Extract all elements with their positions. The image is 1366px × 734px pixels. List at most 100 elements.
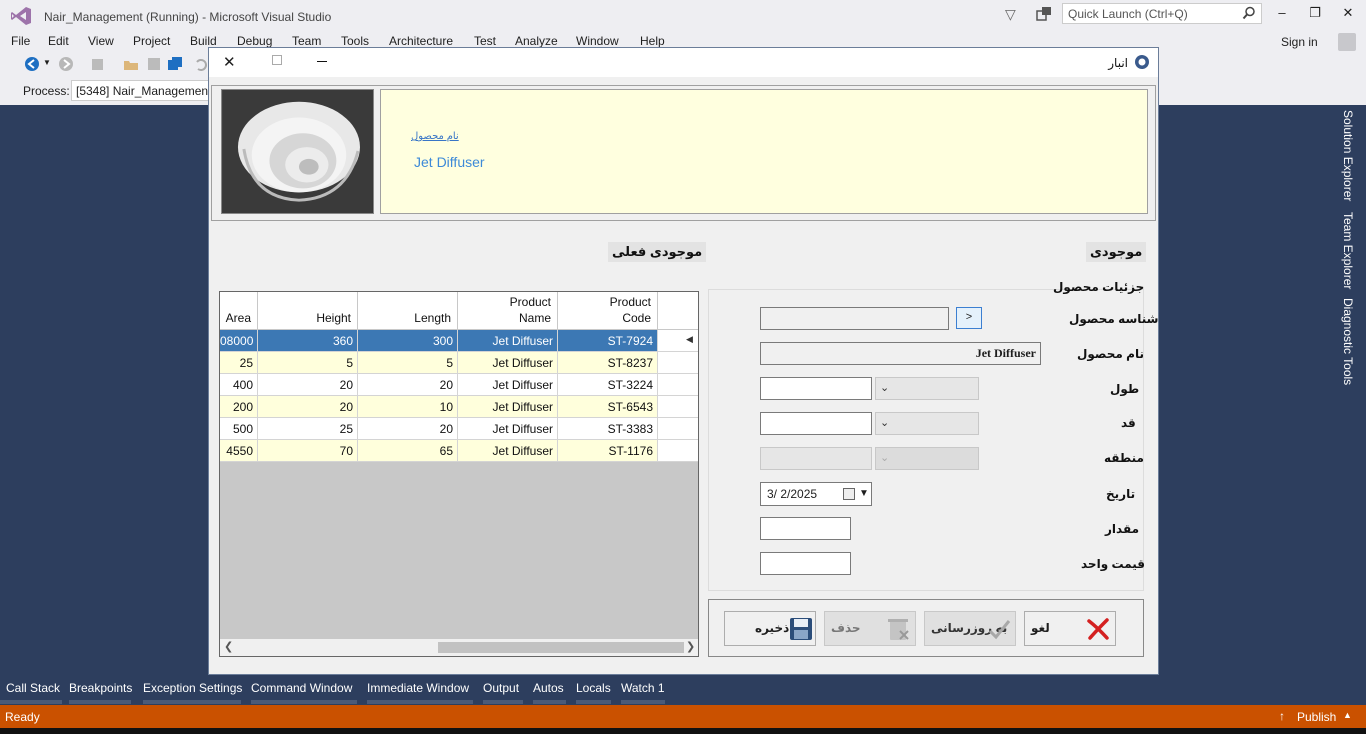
menu-build[interactable]: Build [190,34,217,48]
column-header-height[interactable]: Height [258,292,358,330]
calendar-icon[interactable] [843,488,855,500]
tab-exception-settings[interactable]: Exception Settings [143,681,242,695]
solution-explorer-tab[interactable]: Solution Explorer [1341,110,1355,201]
caret-up-icon[interactable]: ▲ [1343,710,1352,720]
menu-debug[interactable]: Debug [237,34,272,48]
quick-launch-input[interactable]: Quick Launch (Ctrl+Q) [1062,3,1262,24]
row-header[interactable] [658,374,698,396]
row-header[interactable] [658,440,698,462]
table-cell[interactable]: ST-6543 [558,396,658,418]
tab-breakpoints[interactable]: Breakpoints [69,681,132,695]
unit-price-input[interactable] [760,552,851,575]
save-button[interactable]: ذخیره [724,611,816,646]
table-row[interactable]: 500 25 20 Jet Diffuser ST-3383 [220,418,698,440]
table-cell[interactable]: Jet Diffuser [458,374,558,396]
table-cell[interactable]: 5 [258,352,358,374]
table-row[interactable]: 08000 360 300 Jet Diffuser ST-7924 ◀ [220,330,698,352]
table-row[interactable]: 400 20 20 Jet Diffuser ST-3224 [220,374,698,396]
table-cell[interactable]: ST-8237 [558,352,658,374]
height-unit-select[interactable]: ⌄ [875,412,979,435]
tab-watch-1[interactable]: Watch 1 [621,681,665,695]
product-name-field[interactable]: Jet Diffuser [760,342,1041,365]
table-row[interactable]: 4550 70 65 Jet Diffuser ST-1176 [220,440,698,462]
menu-file[interactable]: File [11,34,30,48]
grid-horizontal-scrollbar[interactable]: ❮ ❯ [220,639,698,656]
table-cell[interactable]: 5 [358,352,458,374]
table-cell[interactable]: 20 [258,396,358,418]
table-cell[interactable]: 400 [220,374,258,396]
dialog-minimize-icon[interactable] [317,61,327,62]
menu-view[interactable]: View [88,34,114,48]
dialog-maximize-icon[interactable] [272,55,282,65]
menu-analyze[interactable]: Analyze [515,34,558,48]
stock-grid[interactable]: Area Height Length Product Name Product … [219,291,699,657]
table-cell[interactable]: ST-3224 [558,374,658,396]
row-header[interactable]: ◀ [658,330,698,352]
new-project-icon[interactable] [90,56,106,72]
table-cell[interactable]: Jet Diffuser [458,418,558,440]
diagnostic-tools-tab[interactable]: Diagnostic Tools [1341,298,1355,385]
live-share-icon[interactable] [1036,6,1052,22]
column-header-product-name[interactable]: Product Name [458,292,558,330]
table-cell[interactable]: 65 [358,440,458,462]
height-input[interactable] [760,412,872,435]
dialog-close-icon[interactable]: ✕ [223,53,236,71]
table-cell[interactable]: 10 [358,396,458,418]
process-select[interactable]: [5348] Nair_Management [71,80,221,101]
table-cell[interactable]: ST-7924 [558,330,658,352]
column-header-length[interactable]: Length [358,292,458,330]
quantity-input[interactable] [760,517,851,540]
column-header-area[interactable]: Area [220,292,258,330]
table-cell[interactable]: ST-3383 [558,418,658,440]
table-cell[interactable]: Jet Diffuser [458,396,558,418]
minimize-button[interactable]: – [1272,5,1292,23]
publish-button[interactable]: Publish [1297,710,1336,724]
length-unit-select[interactable]: ⌄ [875,377,979,400]
scrollbar-thumb[interactable] [438,642,684,653]
tab-autos[interactable]: Autos [533,681,564,695]
table-cell[interactable]: 08000 [220,330,258,352]
cancel-button[interactable]: لغو [1024,611,1116,646]
length-input[interactable] [760,377,872,400]
navigate-forward-icon[interactable] [58,56,74,72]
tab-command-window[interactable]: Command Window [251,681,352,695]
table-cell[interactable]: 500 [220,418,258,440]
chevron-down-icon[interactable]: ▼ [859,488,869,499]
row-header[interactable] [658,352,698,374]
close-button[interactable]: ✕ [1338,5,1358,23]
table-cell[interactable]: 360 [258,330,358,352]
menu-team[interactable]: Team [292,34,321,48]
tab-call-stack[interactable]: Call Stack [6,681,60,695]
date-picker[interactable]: 3/ 2/2025 ▼ [760,482,872,506]
sign-in-link[interactable]: Sign in [1281,35,1318,49]
scroll-right-icon[interactable]: ❯ [686,640,695,653]
menu-tools[interactable]: Tools [341,34,369,48]
undo-icon[interactable] [193,56,209,72]
update-button[interactable]: به روزرسانی [924,611,1016,646]
menu-test[interactable]: Test [474,34,496,48]
tab-immediate-window[interactable]: Immediate Window [367,681,469,695]
table-cell[interactable]: 20 [358,418,458,440]
table-row[interactable]: 200 20 10 Jet Diffuser ST-6543 [220,396,698,418]
save-all-icon[interactable] [167,56,183,72]
account-icon[interactable] [1338,33,1356,51]
table-cell[interactable]: 25 [258,418,358,440]
scroll-left-icon[interactable]: ❮ [224,640,233,653]
delete-button[interactable]: حذف [824,611,916,646]
table-cell[interactable]: 20 [358,374,458,396]
tab-locals[interactable]: Locals [576,681,611,695]
notification-filter-icon[interactable]: ▽ [1005,6,1016,23]
table-cell[interactable]: Jet Diffuser [458,440,558,462]
column-header-product-code[interactable]: Product Code [558,292,658,330]
menu-architecture[interactable]: Architecture [389,34,453,48]
table-cell[interactable]: 300 [358,330,458,352]
product-picker-button[interactable]: > [956,307,982,329]
product-name-caption[interactable]: نام محصول [411,131,459,142]
table-cell[interactable]: 200 [220,396,258,418]
table-cell[interactable]: Jet Diffuser [458,330,558,352]
table-cell[interactable]: ST-1176 [558,440,658,462]
team-explorer-tab[interactable]: Team Explorer [1341,212,1355,289]
table-cell[interactable]: 4550 [220,440,258,462]
chevron-down-icon[interactable]: ▼ [43,58,51,67]
menu-help[interactable]: Help [640,34,665,48]
